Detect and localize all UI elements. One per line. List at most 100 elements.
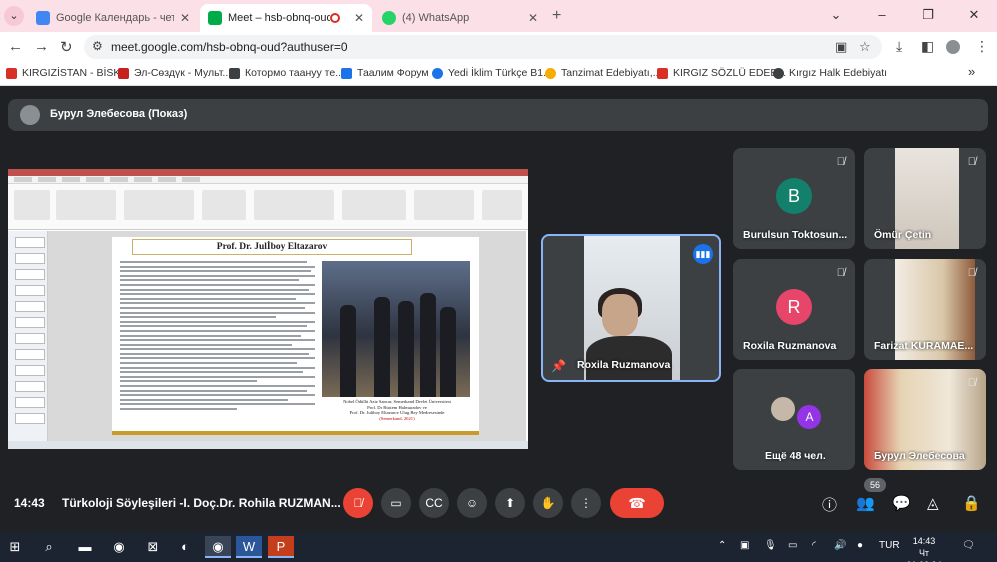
microphone-icon[interactable]: 🎙 [764, 540, 777, 551]
chat-icon[interactable]: 💬 [892, 494, 911, 512]
participant-name: Farizat KURAMAE... [874, 340, 974, 352]
participant-tile[interactable]: 🎙̸ B Burulsun Toktosun... [733, 148, 855, 249]
bookmark-label: Yedi İklim Türkçe B1... [448, 67, 552, 79]
menu-kebab-icon[interactable]: ⋮ [975, 38, 989, 55]
file-explorer-icon[interactable]: ▬ [72, 536, 98, 558]
start-icon[interactable]: ⊞ [2, 536, 28, 558]
powerpoint-icon[interactable]: P [268, 536, 294, 558]
mic-off-icon: 🎙̸ [836, 156, 845, 168]
address-bar[interactable]: ⚙ meet.google.com/hsb-obnq-oud?authuser=… [84, 35, 882, 59]
forward-icon[interactable]: → [34, 38, 49, 55]
tab-whatsapp[interactable]: (4) WhatsApp ✕ [374, 4, 546, 32]
language-bar-icon[interactable]: ● [857, 540, 863, 551]
avatar: A [797, 405, 822, 429]
participant-tile[interactable]: 🎙̸ R Roxila Ruzmanova [733, 259, 855, 360]
minimize-button[interactable]: – [859, 0, 905, 32]
more-options-button[interactable]: ⋮ [571, 488, 601, 518]
meeting-controls: 14:43 Türkoloji Söyleşileri -I. Doç.Dr. … [0, 478, 997, 528]
bookmark-star-icon[interactable]: ☆ [859, 39, 871, 55]
mic-off-icon: 🎙̸ [836, 267, 845, 279]
more-participants-tile[interactable]: A Ещё 48 чел. [733, 369, 855, 470]
battery-icon[interactable]: ▭ [788, 540, 797, 551]
mic-off-button[interactable]: 🎙̸ [343, 488, 373, 518]
meeting-time: 14:43 [14, 496, 45, 510]
participant-count-badge: 56 [864, 478, 886, 492]
bookmark-item[interactable]: Таалим Форум [341, 67, 429, 79]
host-controls-icon[interactable]: 🔒 [962, 494, 981, 512]
bookmark-label: Kırgız Halk Edebiyatı [789, 67, 888, 79]
word-icon[interactable]: W [236, 536, 262, 558]
camera-button[interactable]: ▭ [381, 488, 411, 518]
reload-icon[interactable]: ↻ [60, 38, 73, 56]
site-info-icon[interactable]: ⚙ [92, 39, 103, 53]
shared-screen[interactable]: Prof. Dr. Julİboy Eltazarov Nobel Ödüllü… [8, 169, 528, 449]
participant-name: Roxila Ruzmanova [743, 340, 837, 352]
camera-icon[interactable]: ▣ [835, 39, 847, 55]
bookmark-label: Таалим Форум [357, 67, 429, 79]
participant-name: Ömür Çetin [874, 229, 932, 241]
avatar: R [776, 289, 812, 325]
side-panel-icon[interactable]: ◧ [921, 38, 934, 55]
back-icon[interactable]: ← [8, 38, 23, 55]
pin-icon[interactable]: 📌 [551, 359, 566, 373]
bookmark-item[interactable]: KIRGIZİSTAN - BİSK... [6, 67, 129, 79]
window-controls: ⌄ – ❐ ✕ [813, 0, 997, 32]
participant-name: Бурул Элебесова [874, 450, 965, 462]
tab-search-icon[interactable]: ⌄ [4, 6, 24, 26]
store-icon[interactable]: ⊠ [140, 536, 166, 558]
participant-tile[interactable]: 🎙̸ Ömür Çetin [864, 148, 986, 249]
download-icon[interactable]: ⤓ [896, 38, 902, 55]
bookmark-label: Котормо таануу те... [245, 67, 344, 79]
system-clock[interactable]: 14:43 Чт 01.02.24 [904, 535, 944, 562]
present-button[interactable]: ⬆ [495, 488, 525, 518]
ppt-ribbon-tabs [8, 176, 528, 184]
participant-tile[interactable]: 🎙̸ Farizat KURAMAE... [864, 259, 986, 360]
restore-button[interactable]: ❐ [905, 0, 951, 32]
more-participants-label: Ещё 48 чел. [765, 450, 826, 462]
participant-name: Roxila Ruzmanova [577, 359, 671, 371]
bookmark-item[interactable]: Kırgız Halk Edebiyatı [773, 67, 887, 79]
wifi-icon[interactable]: ◜ [812, 540, 816, 551]
chrome-window-icon[interactable]: ◉ [205, 536, 231, 558]
bookmark-favicon-icon [118, 67, 129, 79]
activities-icon[interactable]: ◬ [927, 494, 939, 512]
reactions-button[interactable]: ☺ [457, 488, 487, 518]
tray-overflow-icon[interactable]: ⌃ [718, 540, 726, 551]
pinned-speaker-tile[interactable]: ▮▮▮ 📌 Roxila Ruzmanova [541, 234, 721, 382]
clock-time: 14:43 [912, 536, 936, 546]
bookmark-favicon-icon [545, 67, 556, 79]
volume-icon[interactable]: 🔊 [834, 540, 846, 551]
profile-avatar[interactable] [946, 40, 960, 54]
bookmark-item[interactable]: Котормо таануу те... [229, 67, 344, 79]
edge-icon[interactable]: ◐ [172, 536, 198, 558]
tab-meet[interactable]: Meet – hsb-obnq-oud ✕ [200, 4, 372, 32]
meeting-info-icon[interactable]: ⓘ [822, 494, 837, 515]
caption-line: (Semerkand, 2021) [379, 415, 415, 421]
input-language[interactable]: TUR [879, 540, 900, 551]
bookmark-item[interactable]: KIRGIZ SÖZLÜ EDEB... [657, 67, 786, 79]
close-tab-icon[interactable]: ✕ [180, 11, 190, 25]
bookmark-item[interactable]: Эл-Сөздүк - Мульт... [118, 67, 231, 79]
participant-tile[interactable]: 🎙̸ Бурул Элебесова [864, 369, 986, 470]
close-tab-icon[interactable]: ✕ [528, 11, 538, 25]
bookmark-item[interactable]: Yedi İklim Türkçe B1... [432, 67, 552, 79]
new-tab-button[interactable]: + [552, 7, 561, 25]
bookmark-favicon-icon [6, 67, 17, 79]
notifications-icon[interactable]: 🗨 [962, 540, 975, 551]
close-tab-icon[interactable]: ✕ [354, 11, 364, 25]
bookmark-item[interactable]: Tanzimat Edebiyatı,... [545, 67, 661, 79]
people-icon[interactable]: 👥 [856, 494, 875, 512]
bookmarks-overflow-button[interactable]: » [968, 64, 975, 79]
tab-list-icon[interactable]: ⌄ [813, 0, 859, 32]
mic-off-icon: 🎙̸ [967, 267, 976, 279]
close-window-button[interactable]: ✕ [951, 0, 997, 32]
tab-google-calendar[interactable]: Google Календарь - четверг, 1 ✕ [28, 4, 198, 32]
meet-indicator-icon[interactable]: ▣ [740, 540, 749, 551]
raise-hand-button[interactable]: ✋ [533, 488, 563, 518]
captions-button[interactable]: CC [419, 488, 449, 518]
search-icon[interactable]: ⌕ [36, 536, 62, 558]
tab-strip: ⌄ Google Календарь - четверг, 1 ✕ Meet –… [0, 0, 997, 32]
leave-call-button[interactable]: ☎ [610, 488, 664, 518]
windows-taskbar: ⊞ ⌕ ▬ ◉ ⊠ ◐ ◉ W P ⌃ ▣ 🎙 ▭ ◜ 🔊 ● TUR 14:4… [0, 532, 997, 562]
chrome-icon[interactable]: ◉ [106, 536, 132, 558]
